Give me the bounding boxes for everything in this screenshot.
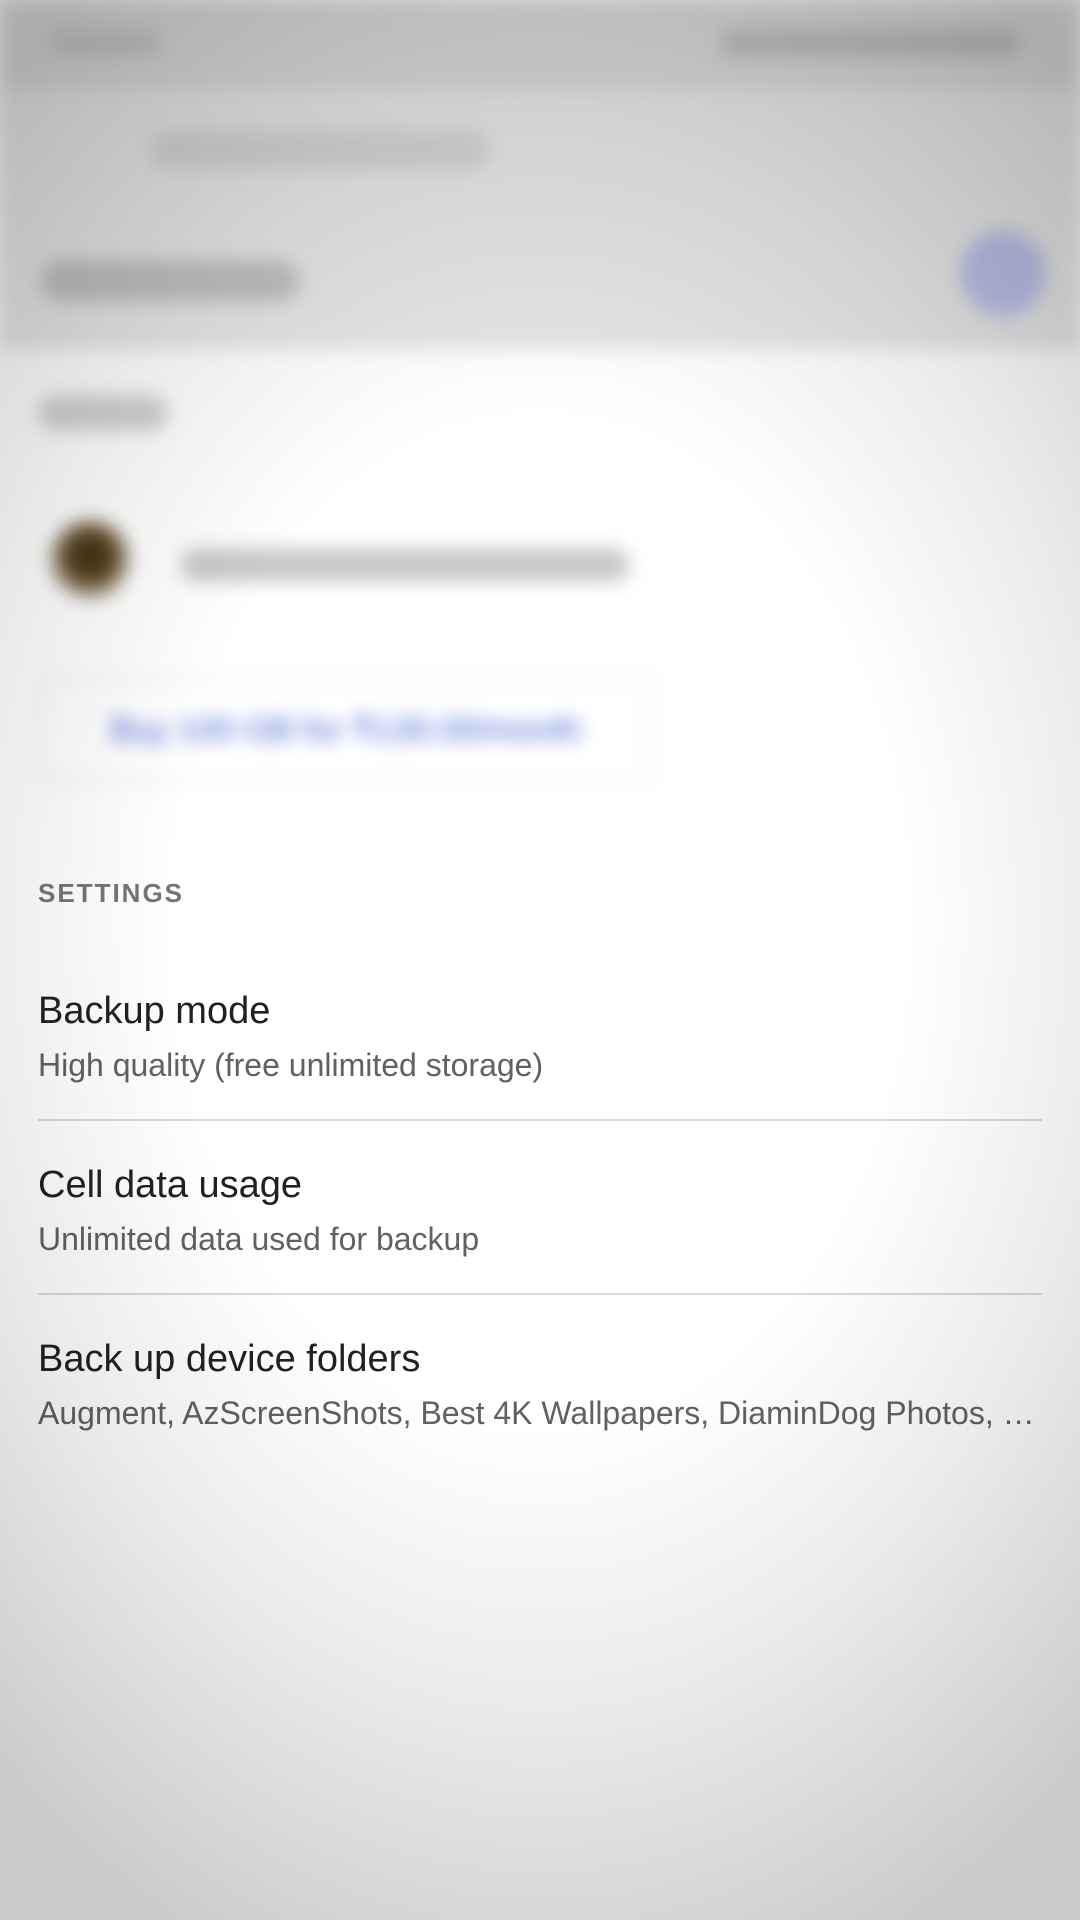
backup-settings-screen: Buy 100 GB for ₹130.00/month SETTINGS Ba… — [0, 0, 1080, 1920]
setting-title: Cell data usage — [38, 1164, 303, 1206]
profile-avatar[interactable] — [960, 230, 1046, 316]
setting-subtitle: Augment, AzScreenShots, Best 4K Wallpape… — [38, 1395, 1042, 1431]
setting-subtitle: High quality (free unlimited storage) — [38, 1047, 544, 1083]
status-bar-time — [50, 30, 160, 56]
app-bar-subtitle — [150, 130, 490, 170]
settings-section-header: SETTINGS — [38, 878, 185, 908]
divider — [38, 1293, 1042, 1295]
setting-title: Back up device folders — [38, 1338, 421, 1380]
setting-backup-mode[interactable]: Backup mode High quality (free unlimited… — [38, 990, 1042, 1084]
account-email — [180, 548, 630, 582]
divider — [38, 1119, 1042, 1121]
status-bar-icons — [720, 30, 1020, 56]
buy-storage-button[interactable]: Buy 100 GB for ₹130.00/month — [40, 678, 652, 782]
setting-back-up-device-folders[interactable]: Back up device folders Augment, AzScreen… — [38, 1338, 1042, 1432]
setting-subtitle: Unlimited data used for backup — [38, 1221, 480, 1257]
setting-cell-data-usage[interactable]: Cell data usage Unlimited data used for … — [38, 1164, 1042, 1258]
app-bar — [0, 90, 1080, 350]
blurred-header-region: Buy 100 GB for ₹130.00/month — [0, 0, 1080, 820]
account-avatar — [50, 520, 130, 600]
page-title — [40, 260, 300, 302]
setting-title: Backup mode — [38, 990, 271, 1032]
account-section-label — [38, 395, 168, 431]
status-bar — [0, 0, 1080, 90]
